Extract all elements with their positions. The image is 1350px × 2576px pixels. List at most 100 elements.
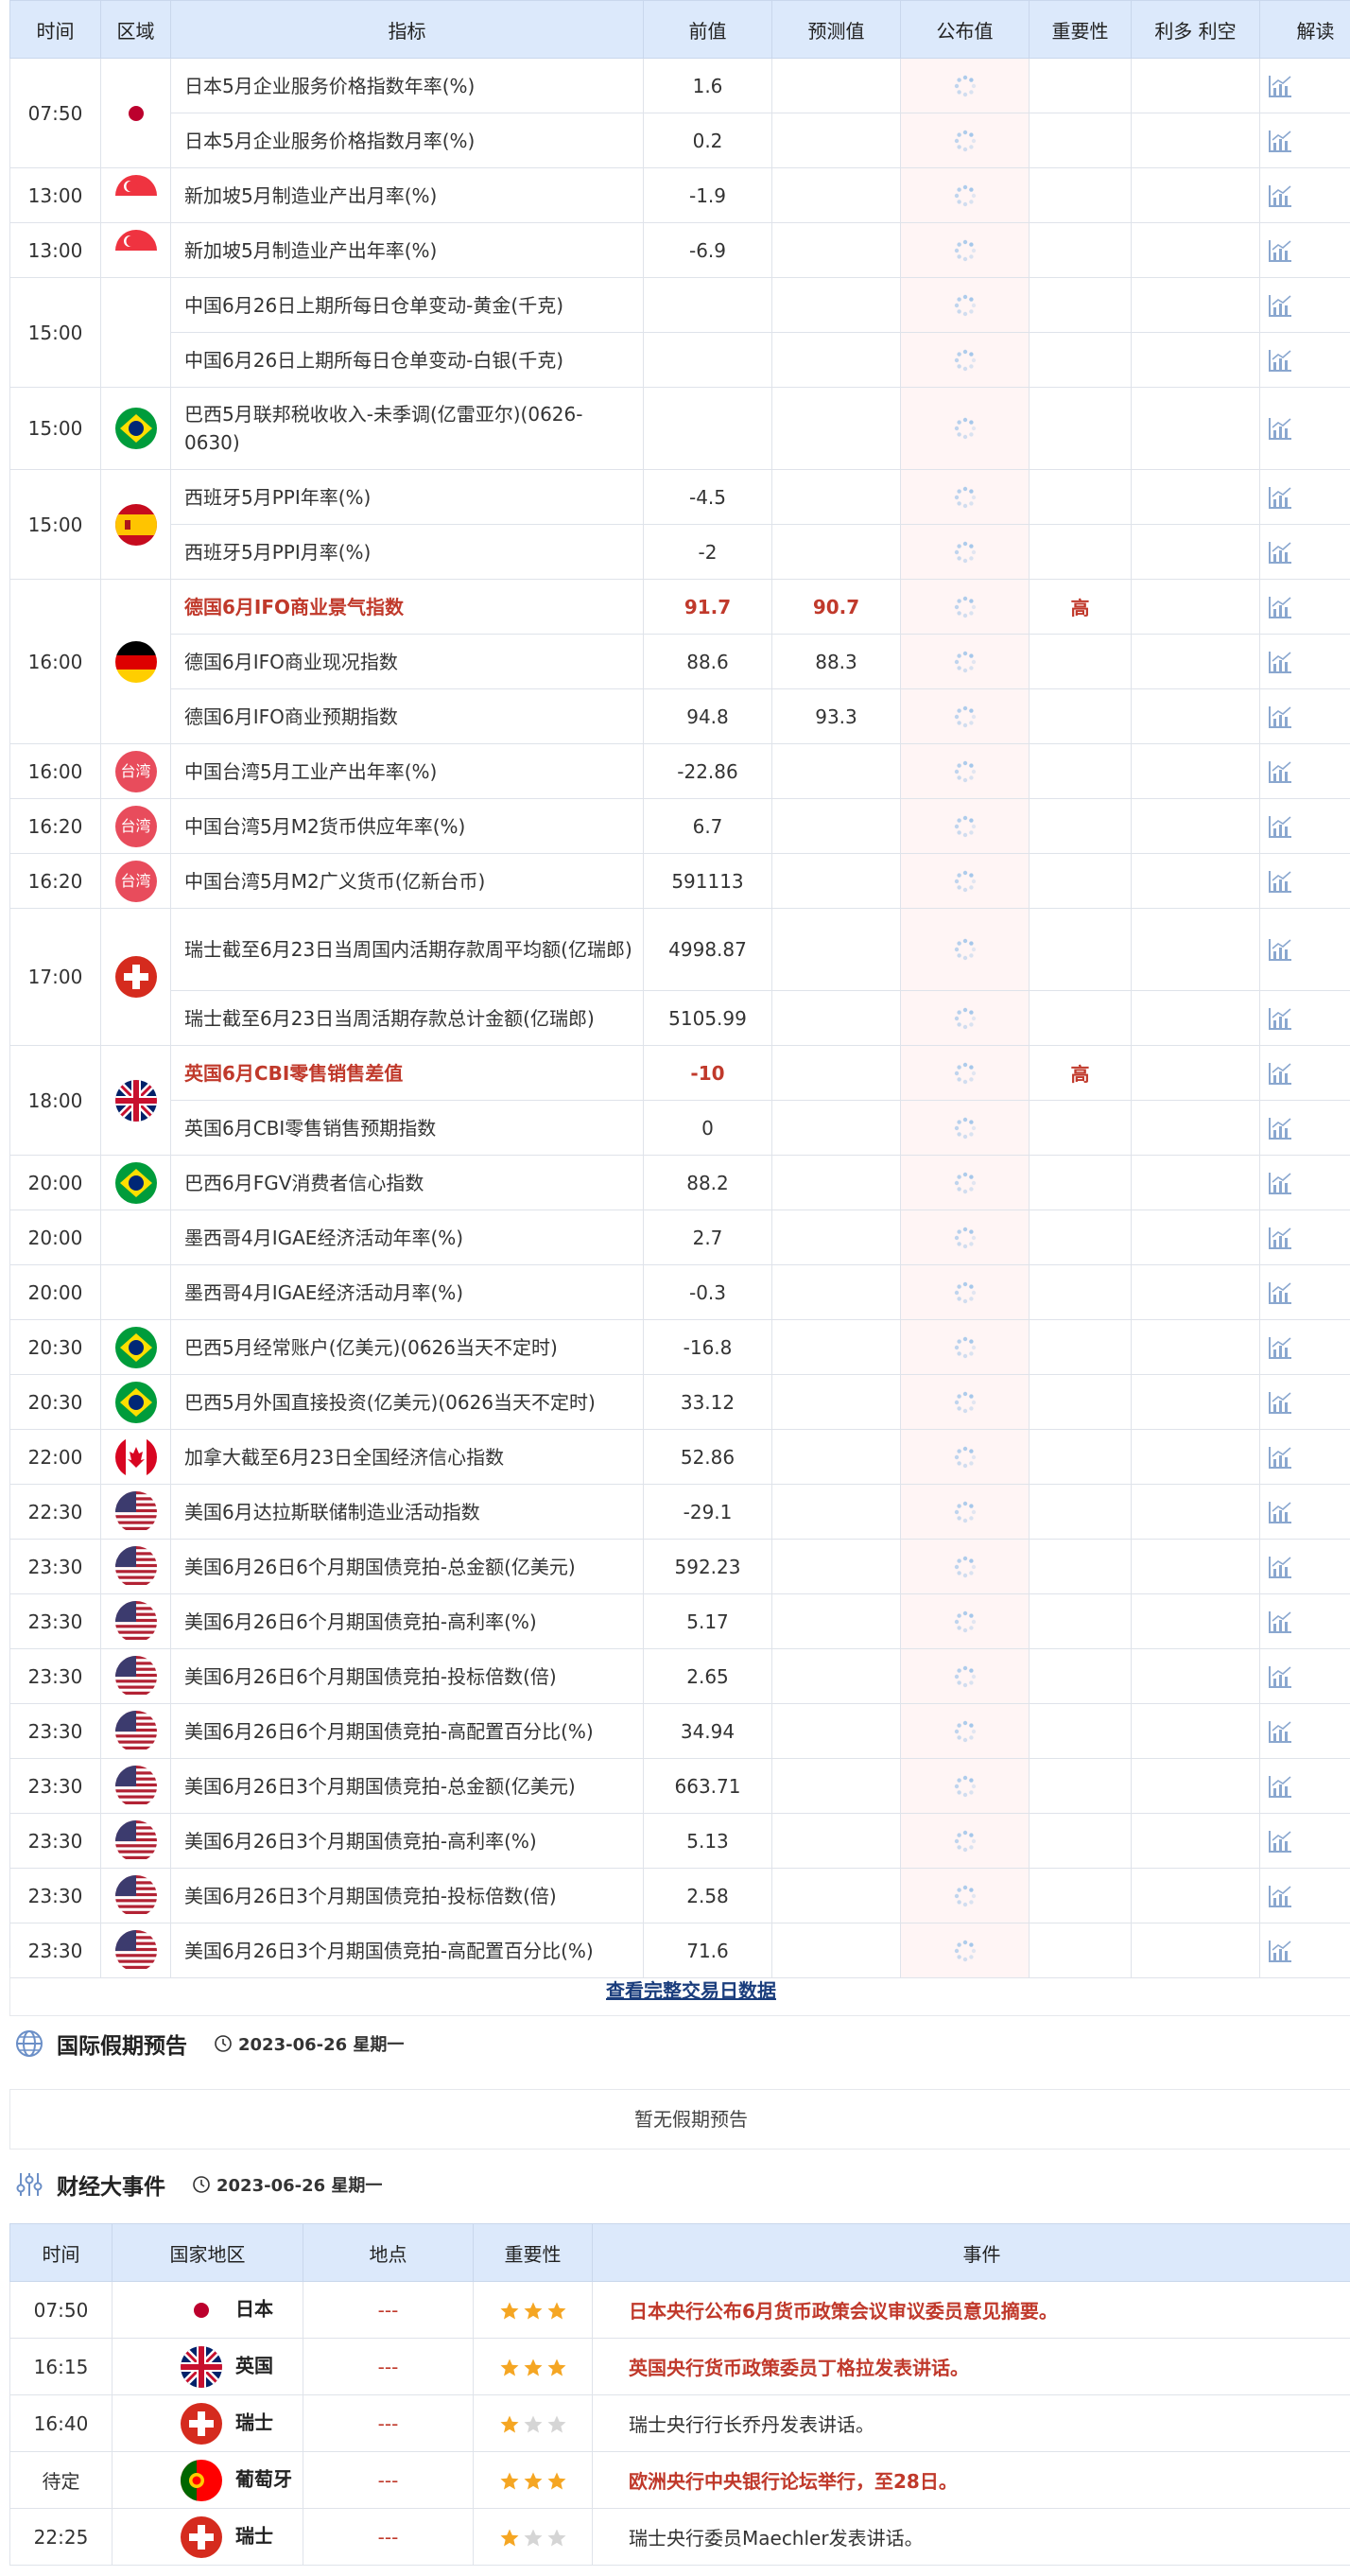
row-area [100,1813,171,1869]
chart-icon[interactable] [1266,935,1294,964]
row-prev: 34.94 [643,1703,772,1759]
chart-icon[interactable] [1266,483,1294,512]
row-prev [643,387,772,470]
events-section-header: 财经大事件 2023-06-26 星期一 [13,2166,382,2203]
loading-spinner-icon [953,650,978,674]
row-forecast [771,1539,901,1594]
loading-spinner-icon [953,1226,978,1250]
header-forecast: 预测值 [771,0,901,59]
taiwan-flag-icon: 台湾 [114,750,157,792]
row-importance [1029,1319,1132,1375]
row-indicator: 墨西哥4月IGAE经济活动月率(%) [170,1264,644,1320]
chart-icon[interactable] [1266,1224,1294,1252]
star-empty-icon [547,2529,565,2547]
row-time: 23:30 [9,1703,101,1759]
row-effect [1131,1539,1260,1594]
row-forecast [771,908,901,991]
row-explain [1259,113,1350,168]
row-explain [1259,1264,1350,1320]
row-explain [1259,798,1350,854]
events-header-event: 事件 [592,2223,1350,2282]
loading-spinner-icon [953,1939,978,1963]
row-time: 07:50 [9,58,101,168]
event-country: 日本 [112,2281,303,2339]
chart-icon[interactable] [1266,593,1294,621]
chart-icon[interactable] [1266,867,1294,896]
economic-calendar-table: 时间 区域 指标 前值 预测值 公布值 重要性 利多 利空 解读 07:50 日本… [9,0,1350,1978]
loading-spinner-icon [953,1171,978,1195]
row-time: 16:00 [9,743,101,799]
row-effect [1131,1210,1260,1265]
chart-icon[interactable] [1266,1059,1294,1088]
chart-icon[interactable] [1266,812,1294,841]
chart-icon[interactable] [1266,1662,1294,1691]
row-actual [900,853,1030,909]
row-prev: 4998.87 [643,908,772,991]
loading-spinner-icon [953,129,978,153]
chart-icon[interactable] [1266,236,1294,265]
importance-stars [499,2414,567,2435]
row-time: 13:00 [9,167,101,223]
event-location: --- [303,2508,474,2566]
row-time: 20:30 [9,1374,101,1430]
row-forecast [771,798,901,854]
events-title: 财经大事件 [57,2175,165,2200]
loading-spinner-icon [953,183,978,208]
chart-icon[interactable] [1266,1388,1294,1417]
calendar-header-row: 时间 区域 指标 前值 预测值 公布值 重要性 利多 利空 解读 [9,0,1350,59]
row-forecast [771,469,901,525]
chart-icon[interactable] [1266,1882,1294,1910]
chart-icon[interactable] [1266,1114,1294,1142]
header-indicator: 指标 [170,0,644,59]
chart-icon[interactable] [1266,1772,1294,1801]
chart-icon[interactable] [1266,1608,1294,1636]
chart-icon[interactable] [1266,1004,1294,1033]
chart-icon[interactable] [1266,346,1294,374]
row-explain [1259,277,1350,333]
event-country: 瑞士 [112,2508,303,2566]
chart-icon[interactable] [1266,127,1294,155]
row-prev: 52.86 [643,1429,772,1485]
chart-icon[interactable] [1266,72,1294,100]
row-actual [900,277,1030,333]
chart-icon[interactable] [1266,182,1294,210]
chart-icon[interactable] [1266,538,1294,566]
event-country-name: 瑞士 [235,2411,273,2433]
row-explain [1259,1429,1350,1485]
chart-icon[interactable] [1266,757,1294,786]
chart-icon[interactable] [1266,648,1294,676]
chart-icon[interactable] [1266,414,1294,443]
row-prev: 88.2 [643,1155,772,1210]
row-importance [1029,1429,1132,1485]
loading-spinner-icon [953,705,978,729]
row-time: 23:30 [9,1868,101,1923]
row-explain [1259,58,1350,113]
header-explain: 解读 [1259,0,1350,59]
calendar-row: 中国6月26日上期所每日仓单变动-白银(千克) [10,332,1350,388]
row-indicator: 美国6月26日3个月期国债竞拍-总金额(亿美元) [170,1758,644,1814]
loading-spinner-icon [953,1610,978,1634]
chart-icon[interactable] [1266,1443,1294,1471]
row-effect [1131,688,1260,744]
header-time: 时间 [9,0,101,59]
chart-icon[interactable] [1266,1333,1294,1362]
loading-spinner-icon [953,74,978,98]
chart-icon[interactable] [1266,1498,1294,1526]
chart-icon[interactable] [1266,1937,1294,1965]
row-importance [1029,798,1132,854]
chart-icon[interactable] [1266,1827,1294,1855]
row-area: 台湾 [100,853,171,909]
view-full-data-link[interactable]: 查看完整交易日数据 [606,1979,776,2002]
chart-icon[interactable] [1266,1717,1294,1746]
chart-icon[interactable] [1266,703,1294,731]
chart-icon[interactable] [1266,1279,1294,1307]
chart-icon[interactable] [1266,1169,1294,1197]
row-importance [1029,277,1132,333]
loading-spinner-icon [953,1116,978,1140]
row-explain [1259,387,1350,470]
chart-icon[interactable] [1266,291,1294,320]
loading-spinner-icon [953,595,978,619]
calendar-row: 20:30 巴西5月经常账户(亿美元)(0626当天不定时) -16.8 [9,1319,1350,1375]
chart-icon[interactable] [1266,1553,1294,1581]
row-actual [900,1210,1030,1265]
